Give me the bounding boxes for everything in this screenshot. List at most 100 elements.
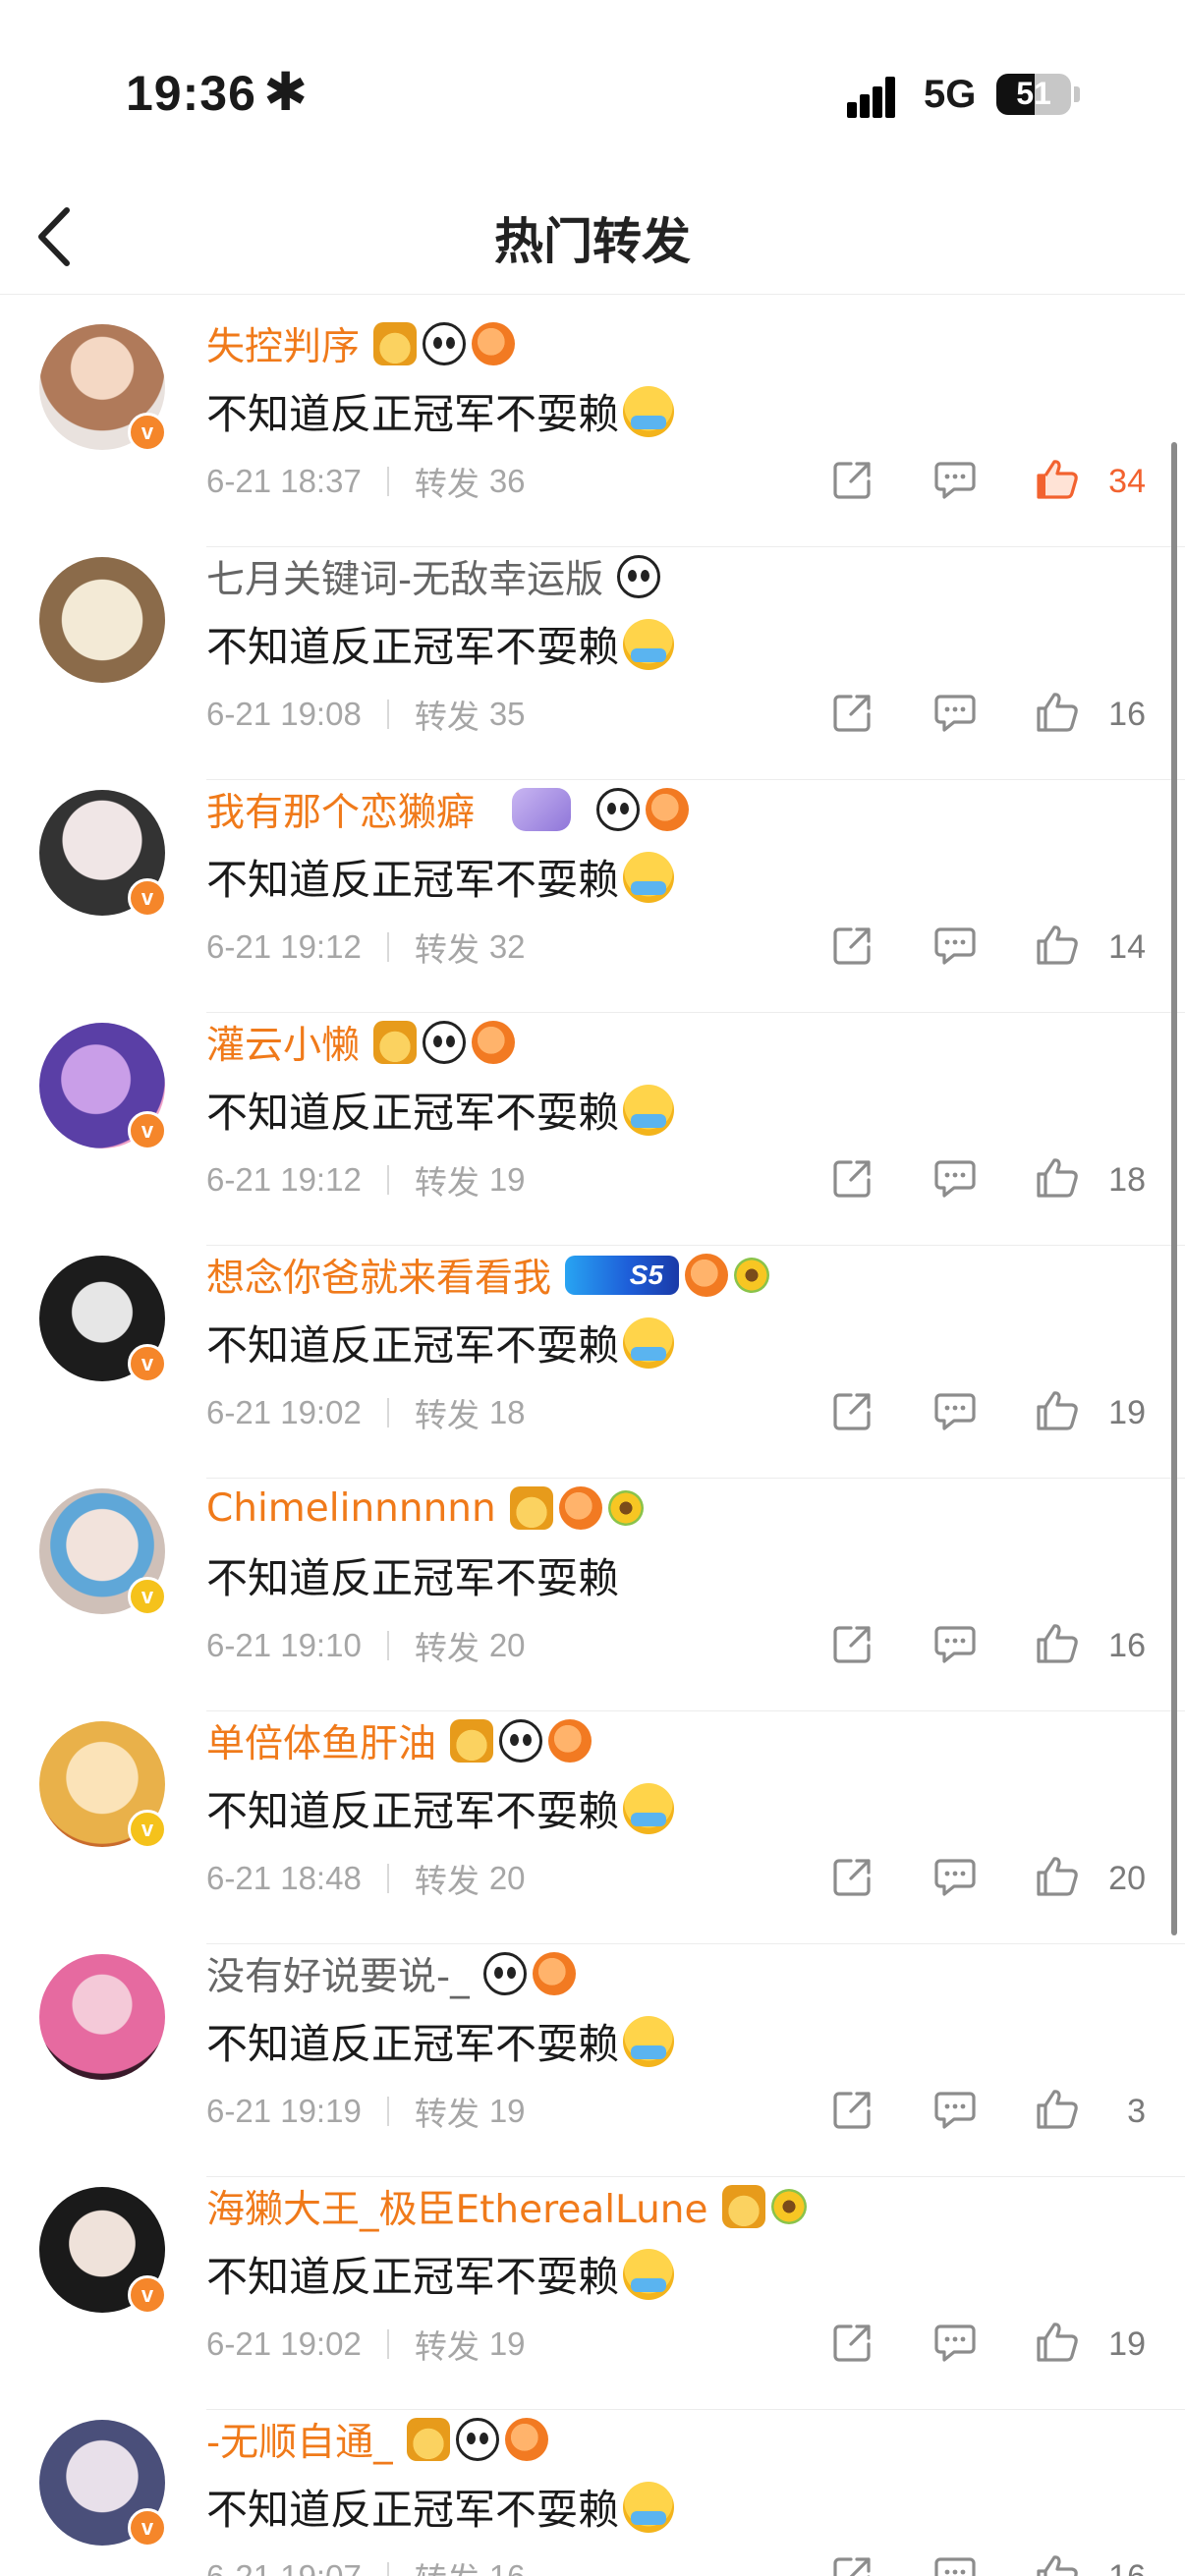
repost-row[interactable]: v 我有那个恋獭癖 不知道反正冠军不耍赖 6-21 19:12 转发 32 14	[0, 780, 1185, 1013]
like-button[interactable]	[1028, 452, 1087, 511]
repost-row[interactable]: v 单倍体鱼肝油 不知道反正冠军不耍赖 6-21 18:48 转发 20 20	[0, 1711, 1185, 1944]
repost-row[interactable]: v 海獭大王_极臣EtherealLune 不知道反正冠军不耍赖 6-21 19:02…	[0, 2177, 1185, 2410]
share-button[interactable]	[823, 2082, 882, 2141]
panda-icon	[482, 1952, 527, 1995]
comment-button[interactable]	[926, 2082, 985, 2141]
fish-icon	[532, 1952, 576, 1995]
username[interactable]: 我有那个恋獭癖	[206, 782, 475, 837]
repost-row[interactable]: v Chimelinnnnnn 不知道反正冠军不耍赖 6-21 19:10 转发 20 16	[0, 1479, 1185, 1711]
crying-emoji-icon	[623, 2015, 675, 2067]
repost-content: 不知道反正冠军不耍赖	[206, 1545, 619, 1605]
like-button[interactable]	[1028, 2315, 1087, 2374]
username[interactable]: 海獭大王_极臣EtherealLune	[206, 2179, 708, 2234]
user-badges: S5	[565, 1254, 770, 1297]
share-button[interactable]	[823, 452, 882, 511]
comment-button[interactable]	[926, 1849, 985, 1908]
scrollbar[interactable]	[1171, 442, 1177, 1935]
user-line: Chimelinnnnnn	[206, 1479, 644, 1538]
comment-button[interactable]	[926, 918, 985, 977]
repost-count: 36	[488, 463, 526, 499]
share-button[interactable]	[823, 1383, 882, 1442]
crying-emoji-icon	[623, 2248, 675, 2300]
verified-badge-icon: v	[128, 2275, 167, 2315]
comment-button[interactable]	[926, 1616, 985, 1675]
share-button[interactable]	[823, 1150, 882, 1209]
like-button[interactable]	[1028, 1150, 1087, 1209]
thumbs-up-icon	[1035, 2088, 1080, 2135]
username[interactable]: 单倍体鱼肝油	[206, 1713, 436, 1768]
thumbs-up-icon	[1035, 1855, 1080, 1902]
repost-meta: 6-21 19:10 转发 20	[206, 1621, 526, 1670]
avatar[interactable]	[39, 1954, 165, 2080]
repost-content: 不知道反正冠军不耍赖	[206, 381, 675, 441]
share-button[interactable]	[823, 1616, 882, 1675]
avatar[interactable]	[39, 557, 165, 683]
like-button[interactable]	[1028, 1383, 1087, 1442]
share-button[interactable]	[823, 918, 882, 977]
username[interactable]: 七月关键词-无敌幸运版	[206, 549, 603, 604]
verified-badge-icon: v	[128, 1111, 167, 1150]
like-button[interactable]	[1028, 2548, 1087, 2576]
repost-count: 19	[488, 1161, 526, 1198]
meta-divider	[386, 2097, 389, 2126]
share-button[interactable]	[823, 2548, 882, 2576]
comment-button[interactable]	[926, 685, 985, 744]
row-actions: 16	[823, 2548, 1146, 2576]
repost-row[interactable]: 没有好说要说-_ 不知道反正冠军不耍赖 6-21 19:19 转发 19 3	[0, 1944, 1185, 2177]
username[interactable]: Chimelinnnnnn	[206, 1486, 496, 1531]
share-icon	[831, 1622, 875, 1669]
repost-meta: 6-21 19:07 转发 16	[206, 2552, 526, 2576]
user-line: 想念你爸就来看看我 S5	[206, 1246, 770, 1305]
repost-label: 转发	[414, 1163, 480, 1202]
share-button[interactable]	[823, 1849, 882, 1908]
repost-count: 19	[488, 2325, 526, 2362]
username[interactable]: 失控判序	[206, 316, 360, 371]
thumbs-up-icon	[1035, 1622, 1080, 1669]
repost-row[interactable]: v 灌云小懒 不知道反正冠军不耍赖 6-21 19:12 转发 19 18	[0, 1013, 1185, 1246]
username[interactable]: 没有好说要说-_	[206, 1946, 470, 2001]
username[interactable]: -无顺自通_	[206, 2412, 393, 2467]
like-button[interactable]	[1028, 685, 1087, 744]
repost-content: 不知道反正冠军不耍赖	[206, 2244, 675, 2304]
comment-icon	[932, 2321, 978, 2368]
like-count: 16	[1108, 695, 1146, 733]
comment-button[interactable]	[926, 1383, 985, 1442]
repost-row[interactable]: v 想念你爸就来看看我 S5 不知道反正冠军不耍赖 6-21 19:02 转发 18 19	[0, 1246, 1185, 1479]
fish-icon	[646, 788, 690, 831]
crying-emoji-icon	[623, 2481, 675, 2533]
like-button[interactable]	[1028, 2082, 1087, 2141]
like-count: 16	[1108, 1626, 1146, 1664]
nav-bar: 热门转发	[0, 177, 1185, 295]
user-line: 单倍体鱼肝油	[206, 1711, 592, 1770]
user-badges	[450, 1719, 592, 1763]
fish-icon	[472, 322, 516, 365]
repost-row[interactable]: 七月关键词-无敌幸运版 不知道反正冠军不耍赖 6-21 19:08 转发 35 16	[0, 547, 1185, 780]
like-button[interactable]	[1028, 1849, 1087, 1908]
timestamp: 6-21 19:08	[206, 696, 362, 732]
repost-row[interactable]: v 失控判序 不知道反正冠军不耍赖 6-21 18:37 转发 36 34	[0, 314, 1185, 547]
repost-text: 不知道反正冠军不耍赖	[206, 623, 620, 671]
repost-text: 不知道反正冠军不耍赖	[206, 1787, 620, 1835]
username[interactable]: 灌云小懒	[206, 1015, 360, 1070]
comment-button[interactable]	[926, 1150, 985, 1209]
comment-button[interactable]	[926, 2315, 985, 2374]
username[interactable]: 想念你爸就来看看我	[206, 1248, 551, 1303]
share-icon	[831, 1389, 875, 1436]
like-button[interactable]	[1028, 1616, 1087, 1675]
crown-icon	[509, 1486, 553, 1530]
timestamp: 6-21 18:48	[206, 1860, 362, 1896]
repost-content: 不知道反正冠军不耍赖	[206, 1080, 675, 1140]
like-count: 3	[1127, 2092, 1146, 2130]
s5-icon: S5	[565, 1256, 680, 1295]
comment-icon	[932, 691, 978, 738]
like-count: 14	[1108, 927, 1146, 966]
share-button[interactable]	[823, 685, 882, 744]
thumbs-up-icon	[1035, 1389, 1080, 1436]
repost-row[interactable]: v -无顺自通_ 不知道反正冠军不耍赖 6-21 19:07 转发 16 16	[0, 2410, 1185, 2576]
repost-text: 不知道反正冠军不耍赖	[206, 1554, 620, 1602]
meta-divider	[386, 467, 389, 496]
comment-button[interactable]	[926, 2548, 985, 2576]
comment-button[interactable]	[926, 452, 985, 511]
like-button[interactable]	[1028, 918, 1087, 977]
share-button[interactable]	[823, 2315, 882, 2374]
